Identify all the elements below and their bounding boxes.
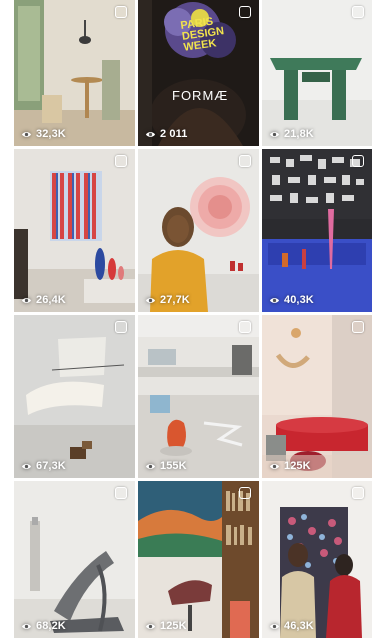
checkbox-icon[interactable]: [352, 155, 364, 167]
grid-tile-7[interactable]: 67,3K: [14, 315, 135, 478]
view-count: 46,3K: [269, 620, 314, 632]
checkbox-icon[interactable]: [115, 155, 127, 167]
view-count: 21,8K: [269, 128, 314, 140]
view-count-label: 26,4K: [36, 294, 66, 306]
view-count-label: 125K: [284, 460, 311, 472]
grid-tile-5[interactable]: 27,7K: [138, 149, 259, 312]
view-count-label: 2 011: [160, 128, 188, 140]
eye-icon: [21, 297, 32, 303]
grid-tile-3[interactable]: 21,8K: [262, 0, 372, 146]
view-count: 40,3K: [269, 294, 314, 306]
grid-tile-1[interactable]: 32,3K: [14, 0, 135, 146]
poster-brand: FORMÆ: [172, 88, 229, 103]
tile-image: [138, 481, 259, 638]
checkbox-icon[interactable]: [239, 487, 251, 499]
grid-tile-9[interactable]: 125K: [262, 315, 372, 478]
grid-tile-6[interactable]: 40,3K: [262, 149, 372, 312]
view-count: 68,2K: [21, 620, 66, 632]
checkbox-icon[interactable]: [115, 6, 127, 18]
tile-image: [14, 481, 135, 638]
checkbox-icon[interactable]: [239, 6, 251, 18]
eye-icon: [145, 131, 156, 137]
view-count-label: 32,3K: [36, 128, 66, 140]
grid-tile-4[interactable]: 26,4K: [14, 149, 135, 312]
view-count-label: 46,3K: [284, 620, 314, 632]
view-count: 155K: [145, 460, 187, 472]
media-grid: 32,3K PARIS DESIGN WEEK FORMÆ 2 011 21,8…: [14, 0, 372, 638]
tile-image: [262, 149, 372, 312]
checkbox-icon[interactable]: [115, 487, 127, 499]
eye-icon: [269, 623, 280, 629]
view-count-label: 155K: [160, 460, 187, 472]
view-count-label: 21,8K: [284, 128, 314, 140]
view-count: 125K: [269, 460, 311, 472]
view-count: 26,4K: [21, 294, 66, 306]
tile-image: [262, 0, 372, 146]
view-count-label: 125K: [160, 620, 187, 632]
checkbox-icon[interactable]: [115, 321, 127, 333]
grid-tile-11[interactable]: 125K: [138, 481, 259, 638]
eye-icon: [269, 297, 280, 303]
eye-icon: [21, 623, 32, 629]
grid-tile-10[interactable]: 68,2K: [14, 481, 135, 638]
eye-icon: [21, 463, 32, 469]
view-count-label: 40,3K: [284, 294, 314, 306]
tile-image: [14, 315, 135, 478]
eye-icon: [269, 463, 280, 469]
checkbox-icon[interactable]: [352, 487, 364, 499]
checkbox-icon[interactable]: [239, 321, 251, 333]
view-count: 67,3K: [21, 460, 66, 472]
checkbox-icon[interactable]: [352, 321, 364, 333]
tile-image: [14, 0, 135, 146]
view-count: 27,7K: [145, 294, 190, 306]
grid-tile-2[interactable]: PARIS DESIGN WEEK FORMÆ 2 011: [138, 0, 259, 146]
view-count: 2 011: [145, 128, 187, 140]
eye-icon: [145, 623, 156, 629]
eye-icon: [145, 297, 156, 303]
eye-icon: [145, 463, 156, 469]
tile-image: [262, 315, 372, 478]
view-count: 125K: [145, 620, 187, 632]
grid-tile-12[interactable]: 46,3K: [262, 481, 372, 638]
tile-image: [138, 149, 259, 312]
tile-image: [138, 315, 259, 478]
view-count-label: 27,7K: [160, 294, 190, 306]
view-count-label: 68,2K: [36, 620, 66, 632]
eye-icon: [269, 131, 280, 137]
view-count-label: 67,3K: [36, 460, 66, 472]
tile-image: [262, 481, 372, 638]
view-count: 32,3K: [21, 128, 66, 140]
checkbox-icon[interactable]: [239, 155, 251, 167]
tile-image: [14, 149, 135, 312]
checkbox-icon[interactable]: [352, 6, 364, 18]
grid-tile-8[interactable]: 155K: [138, 315, 259, 478]
poster-title: PARIS DESIGN WEEK: [180, 15, 226, 54]
eye-icon: [21, 131, 32, 137]
